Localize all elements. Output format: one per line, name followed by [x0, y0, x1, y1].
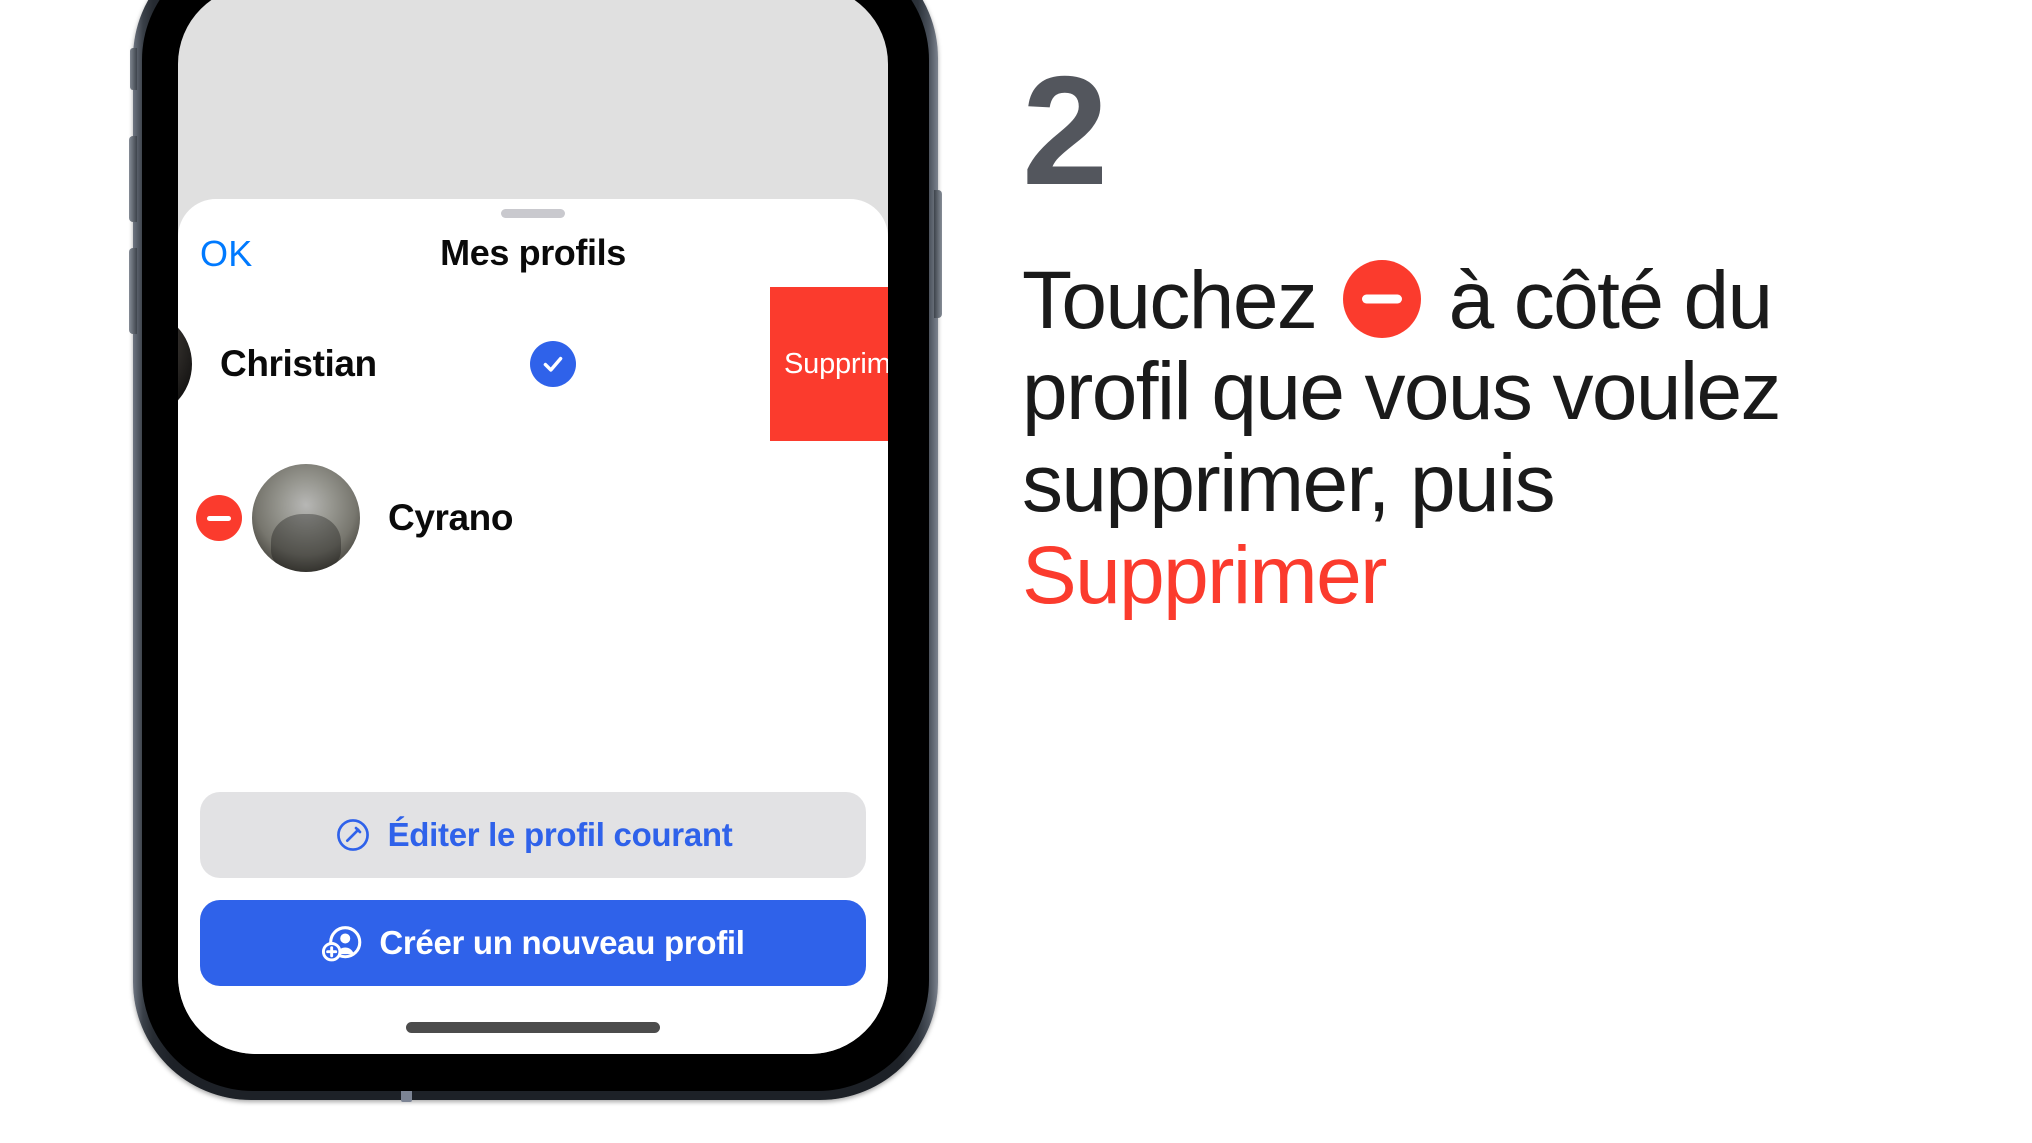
profile-name: Christian [220, 343, 377, 384]
step-text-part-4: supprimer, puis [1022, 438, 1556, 530]
power-button[interactable] [934, 190, 942, 318]
step-number: 2 [1022, 44, 1108, 217]
edit-current-profile-button[interactable]: Éditer le profil courant [200, 792, 866, 878]
step-text-part-2: à côté du [1448, 254, 1774, 346]
step-text-emphasis: Supprimer [1022, 530, 1387, 622]
profile-row-christian[interactable]: Christian [178, 287, 770, 441]
phone-mockup: OK Mes profils Christian Supprim Cyrano … [129, 0, 942, 1102]
profiles-list: Christian Supprimer [178, 287, 888, 595]
step-text-part-3: profil que vous voulez [1022, 346, 1782, 438]
step-text-part-1: Touchez [1022, 254, 1318, 346]
avatar [178, 310, 192, 418]
edit-current-profile-label: Éditer le profil courant [387, 816, 733, 853]
sheet-footer: Éditer le profil courant Créer un nouvea… [178, 792, 888, 986]
profile-name: Cyrano [388, 497, 514, 538]
table-row[interactable]: Christian Supprimer [178, 287, 888, 441]
phone-screen: OK Mes profils Christian Supprim Cyrano … [178, 0, 888, 1054]
avatar [252, 464, 360, 572]
swipe-delete-button[interactable]: Supprimer [770, 287, 888, 441]
minus-circle-icon [1343, 259, 1422, 338]
minus-bar [1362, 294, 1403, 304]
volume-down-button[interactable] [129, 248, 137, 334]
step-description: Touchez à côté du profil que vous voulez… [1022, 255, 1902, 622]
sheet-title: Mes profils [440, 232, 626, 273]
minus-bar [207, 515, 231, 521]
person-badge-plus-icon [321, 922, 363, 964]
swipe-delete-label: Supprimer [784, 347, 888, 380]
home-indicator[interactable] [406, 1022, 660, 1033]
create-new-profile-button[interactable]: Créer un nouveau profil [200, 900, 866, 986]
pencil-circle-icon [334, 816, 372, 854]
selected-check-icon[interactable] [530, 341, 576, 387]
volume-up-button[interactable] [129, 136, 137, 222]
instructions-panel: 2 Touchez à côté du profil que vous voul… [1022, 44, 1942, 622]
create-new-profile-label: Créer un nouveau profil [379, 924, 745, 961]
sheet-nav-bar: OK Mes profils [178, 199, 888, 287]
profile-row-cyrano[interactable]: Cyrano [178, 441, 888, 595]
minus-circle-icon[interactable] [196, 495, 242, 541]
silent-switch[interactable] [130, 48, 137, 90]
profiles-sheet: OK Mes profils Christian Supprim Cyrano … [178, 199, 888, 1054]
